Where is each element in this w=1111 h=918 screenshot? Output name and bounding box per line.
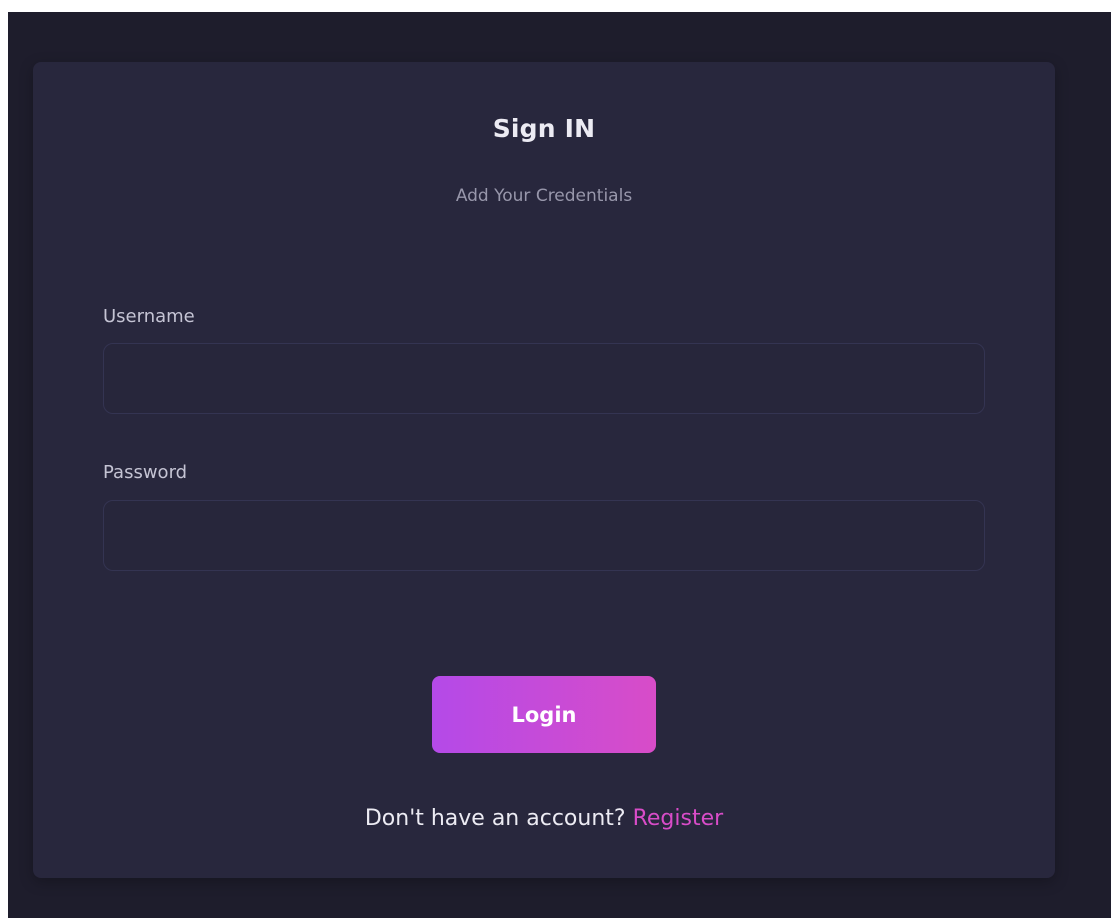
page-background: Sign IN Add Your Credentials Username Pa… (8, 12, 1111, 918)
page-title: Sign IN (492, 114, 596, 143)
register-link[interactable]: Register (633, 806, 724, 831)
username-input[interactable] (103, 343, 985, 414)
password-label: Password (103, 462, 188, 483)
login-button[interactable]: Login (432, 676, 656, 753)
register-prompt-line: Don't have an account? Register (33, 806, 1055, 831)
page-subtitle: Add Your Credentials (455, 186, 633, 206)
login-card: Sign IN Add Your Credentials Username Pa… (33, 62, 1055, 878)
register-prompt-text: Don't have an account? (364, 806, 626, 831)
username-label: Username (103, 306, 195, 327)
password-input[interactable] (103, 500, 985, 571)
